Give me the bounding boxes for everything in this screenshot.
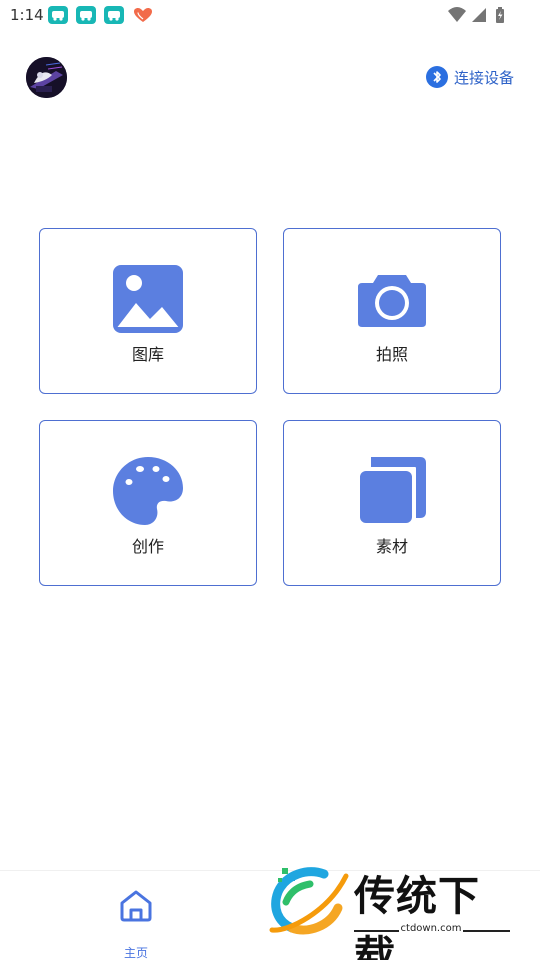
connect-device-label: 连接设备: [454, 68, 515, 87]
heart-hands-icon: [133, 7, 153, 23]
tile-create[interactable]: 创作: [39, 420, 257, 586]
system-status-icons: [448, 7, 504, 23]
battery-icon: [496, 7, 504, 23]
bluetooth-icon: [426, 66, 448, 88]
nav-item-home[interactable]: 主页: [118, 888, 154, 960]
layers-icon: [356, 455, 428, 527]
tile-material[interactable]: 素材: [283, 420, 501, 586]
car-app-icon: [76, 6, 96, 24]
watermark-logo: 传统下载 ctdown.com: [268, 862, 518, 960]
avatar[interactable]: [26, 57, 67, 98]
status-bar: 1:14: [0, 0, 540, 32]
tile-material-label: 素材: [375, 537, 408, 556]
tile-gallery-label: 图库: [131, 345, 164, 364]
tile-gallery[interactable]: 图库: [39, 228, 257, 394]
status-time: 1:14: [10, 6, 44, 24]
wifi-icon: [448, 7, 466, 22]
car-app-icon: [48, 6, 68, 24]
connect-device-button[interactable]: 连接设备: [426, 65, 514, 89]
palette-icon: [112, 455, 184, 527]
tile-camera[interactable]: 拍照: [283, 228, 501, 394]
home-icon: [120, 890, 152, 922]
car-app-icon: [104, 6, 124, 24]
nav-item-home-label: 主页: [123, 946, 148, 960]
gallery-icon: [112, 263, 184, 335]
tile-camera-label: 拍照: [375, 345, 408, 364]
signal-icon: [472, 8, 486, 22]
avatar-image: [26, 57, 67, 98]
camera-icon: [356, 263, 428, 335]
tile-create-label: 创作: [131, 537, 164, 556]
